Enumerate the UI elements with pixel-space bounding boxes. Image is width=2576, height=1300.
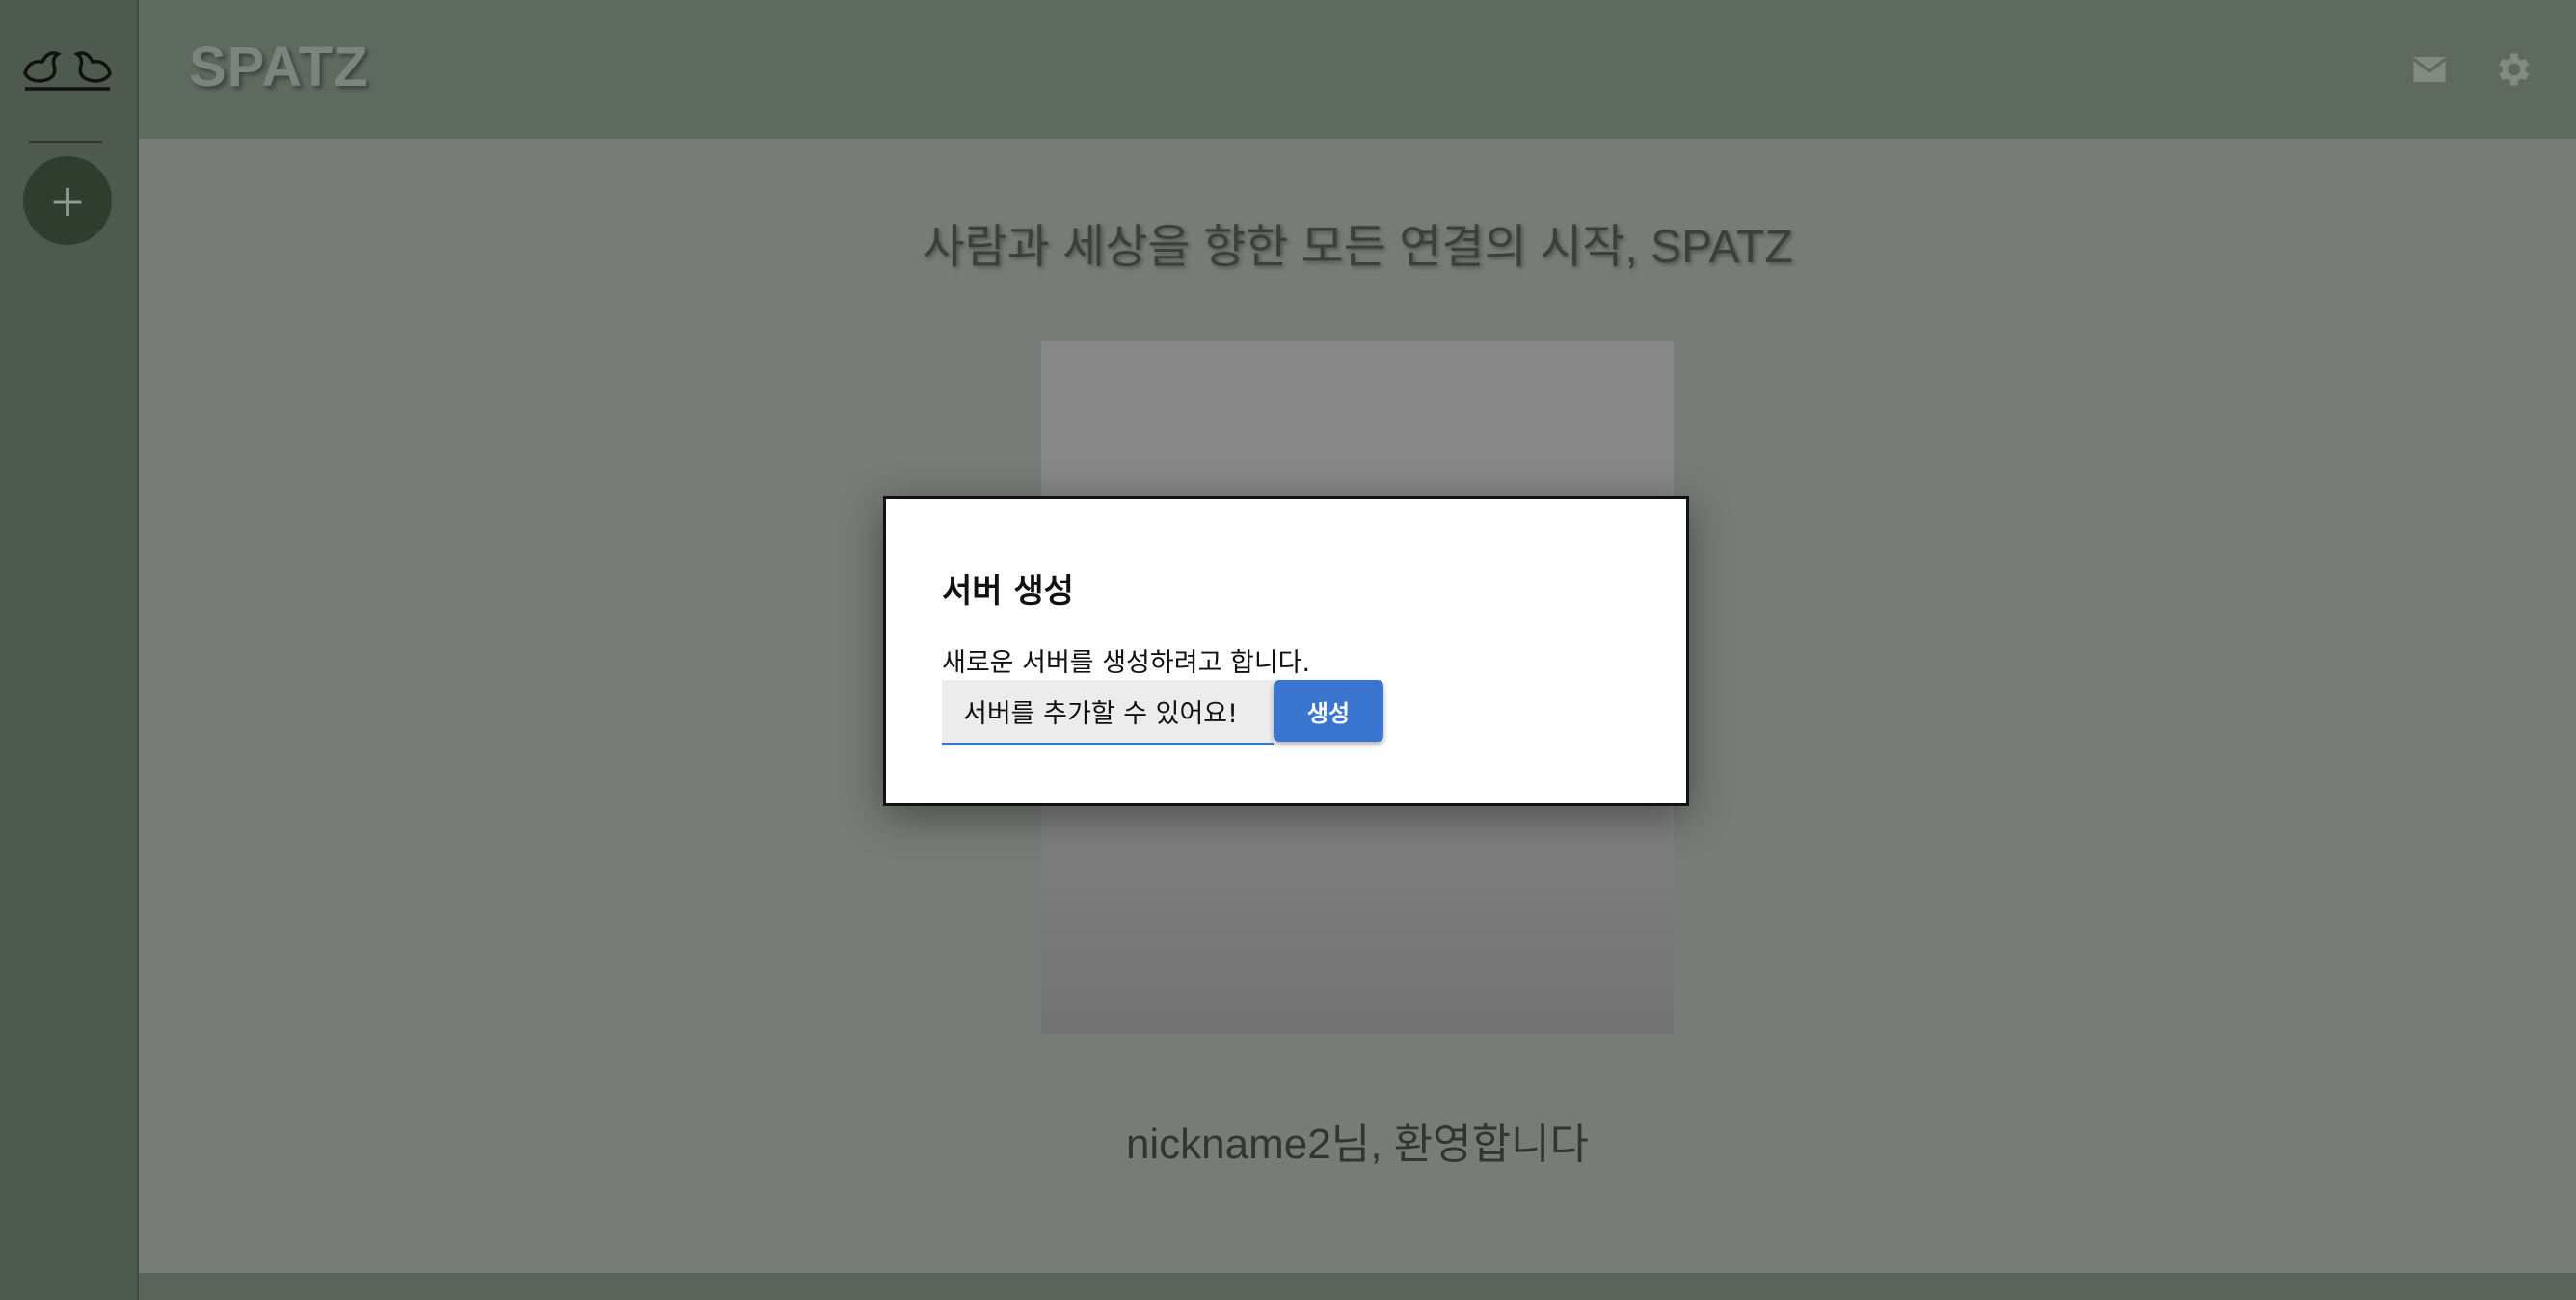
sidebar: +: [0, 0, 139, 1300]
welcome-message: nickname2님, 환영합니다: [1125, 1121, 1590, 1168]
dialog-title: 서버 생성: [942, 572, 1074, 610]
top-header: SPATZ: [139, 0, 2576, 139]
gear-icon[interactable]: [2491, 48, 2534, 91]
create-button[interactable]: 생성: [1274, 680, 1383, 742]
twin-birds-logo-icon[interactable]: [19, 41, 116, 95]
mail-icon[interactable]: [2408, 48, 2451, 91]
tagline: 사람과 세상을 향한 모든 연결의 시작, SPATZ: [922, 222, 1793, 273]
server-name-input[interactable]: [942, 680, 1274, 743]
dialog-description: 새로운 서버를 생성하려고 합니다.: [942, 648, 1311, 678]
sidebar-divider: [29, 141, 102, 143]
bottom-scrollbar: [139, 1273, 2576, 1300]
add-server-button[interactable]: +: [23, 156, 112, 245]
server-name-field: [942, 680, 1274, 745]
create-server-dialog: 서버 생성 새로운 서버를 생성하려고 합니다. 생성: [883, 496, 1689, 806]
brand-title: SPATZ: [189, 36, 369, 98]
